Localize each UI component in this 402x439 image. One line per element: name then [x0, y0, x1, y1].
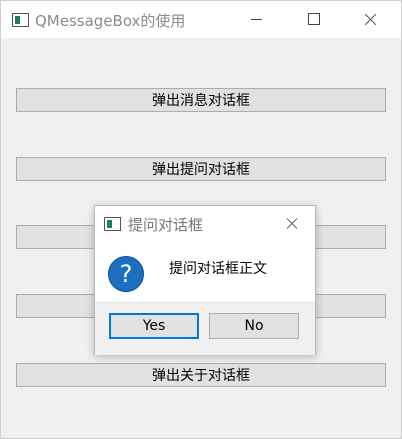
- minimize-icon: [251, 19, 262, 20]
- dialog-title: 提问对话框: [128, 216, 204, 234]
- dialog-title-bar[interactable]: 提问对话框: [95, 206, 315, 240]
- title-bar[interactable]: QMessageBox的使用: [1, 1, 401, 38]
- dialog-message: 提问对话框正文: [169, 261, 267, 277]
- question-dialog: 提问对话框 ? 提问对话框正文 Yes No: [94, 205, 316, 355]
- no-button[interactable]: No: [209, 313, 299, 339]
- show-message-dialog-button[interactable]: 弹出消息对话框: [16, 88, 386, 112]
- dialog-window-icon: [104, 217, 121, 231]
- show-about-dialog-button[interactable]: 弹出关于对话框: [16, 363, 386, 387]
- maximize-button[interactable]: [290, 1, 336, 38]
- dialog-close-button[interactable]: [281, 212, 305, 234]
- close-button[interactable]: [347, 1, 393, 38]
- show-question-dialog-button[interactable]: 弹出提问对话框: [16, 157, 386, 181]
- app-window-icon: [12, 13, 29, 27]
- question-icon: ?: [108, 256, 144, 292]
- dialog-body: ? 提问对话框正文: [95, 240, 315, 302]
- window-title: QMessageBox的使用: [35, 12, 186, 30]
- minimize-button[interactable]: [233, 1, 279, 38]
- maximize-icon: [308, 13, 320, 25]
- dialog-button-row: Yes No: [95, 302, 315, 355]
- yes-button[interactable]: Yes: [109, 313, 199, 339]
- main-window: QMessageBox的使用 弹出消息对话框 弹出提问对话框 弹出关于对话框 提…: [0, 0, 402, 439]
